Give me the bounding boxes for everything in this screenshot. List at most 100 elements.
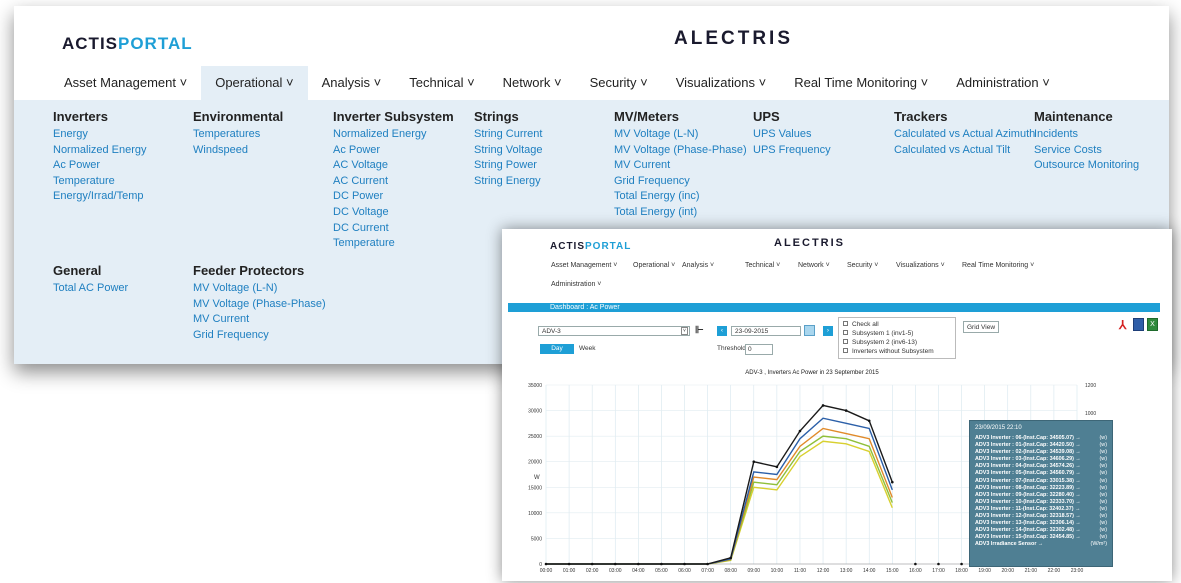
menu-col-maintenance: Maintenance Incidents Service Costs Outs… bbox=[1034, 109, 1139, 174]
tooltip-row: ADV3 Inverter : 11-(Inst.Cap: 32402.37) … bbox=[975, 506, 1107, 513]
menu-link[interactable]: MV Voltage (L-N) bbox=[193, 281, 326, 297]
y2-tick-label: 1000 bbox=[1085, 411, 1096, 417]
data-point bbox=[613, 562, 617, 566]
tooltip-row-unit: (w) bbox=[1099, 442, 1107, 449]
series-line bbox=[546, 427, 893, 565]
tooltip-row-label: ADV3 Inverter : 07-(Inst.Cap: 33015.38) … bbox=[975, 477, 1081, 484]
menu-col-ups: UPS UPS Values UPS Frequency bbox=[753, 109, 831, 158]
tooltip-row: ADV3 Inverter : 10-(Inst.Cap: 32333.70) … bbox=[975, 499, 1107, 506]
data-point bbox=[567, 562, 571, 566]
x-tick-label: 19:00 bbox=[978, 568, 991, 574]
tooltip-row-label: ADV3 Inverter : 02-(Inst.Cap: 34539.08) … bbox=[975, 449, 1081, 456]
menu-link[interactable]: Grid Frequency bbox=[193, 328, 326, 344]
nav-technical[interactable]: Technical ˅ bbox=[395, 66, 488, 100]
menu-link[interactable]: Temperature bbox=[333, 236, 454, 252]
tooltip-row: ADV3 Inverter : 03-(Inst.Cap: 34606.29) … bbox=[975, 456, 1107, 463]
menu-link[interactable]: Incidents bbox=[1034, 127, 1139, 143]
main-nav: Asset Management ˅ Operational ˅ Analysi… bbox=[50, 66, 1064, 100]
menu-link[interactable]: Calculated vs Actual Tilt bbox=[894, 143, 1035, 159]
data-point bbox=[729, 556, 732, 560]
tooltip-row-unit: (W/m²) bbox=[1090, 541, 1107, 548]
chart-tooltip: 23/09/2015 22:10 ADV3 Inverter : 06-(Ins… bbox=[969, 420, 1113, 567]
menu-link[interactable]: Total Energy (int) bbox=[614, 205, 747, 221]
tooltip-row-unit: (w) bbox=[1099, 477, 1107, 484]
menu-link[interactable]: Total AC Power bbox=[53, 281, 128, 297]
tooltip-row: ADV3 Inverter : 15-(Inst.Cap: 32454.85) … bbox=[975, 534, 1107, 541]
tooltip-row-unit: (w) bbox=[1099, 513, 1107, 520]
nav-administration[interactable]: Administration ˅ bbox=[942, 66, 1064, 100]
menu-link[interactable]: Normalized Energy bbox=[333, 127, 454, 143]
menu-link[interactable]: DC Current bbox=[333, 221, 454, 237]
menu-link[interactable]: UPS Values bbox=[753, 127, 831, 143]
data-point bbox=[637, 562, 640, 566]
nav-asset-management[interactable]: Asset Management ˅ bbox=[50, 66, 201, 100]
menu-heading: Trackers bbox=[894, 109, 948, 124]
data-point bbox=[937, 562, 940, 566]
x-tick-label: 09:00 bbox=[748, 568, 761, 574]
menu-link[interactable]: Grid Frequency bbox=[614, 174, 747, 190]
x-tick-label: 06:00 bbox=[678, 568, 691, 574]
nav-security[interactable]: Security ˅ bbox=[576, 66, 662, 100]
data-point bbox=[891, 480, 894, 484]
menu-link[interactable]: AC Current bbox=[333, 174, 454, 190]
menu-link[interactable]: AC Voltage bbox=[333, 158, 454, 174]
menu-link[interactable]: MV Voltage (L-N) bbox=[614, 127, 747, 143]
nav-network[interactable]: Network ˅ bbox=[489, 66, 576, 100]
nav-analysis[interactable]: Analysis ˅ bbox=[308, 66, 396, 100]
menu-link[interactable]: Energy bbox=[53, 127, 147, 143]
menu-link[interactable]: Service Costs bbox=[1034, 143, 1139, 159]
tooltip-row-label: ADV3 Inverter : 05-(Inst.Cap: 34560.79) … bbox=[975, 470, 1081, 477]
menu-link[interactable]: UPS Frequency bbox=[753, 143, 831, 159]
tooltip-row-unit: (w) bbox=[1099, 470, 1107, 477]
data-point bbox=[867, 419, 871, 423]
tooltip-row: ADV3 Inverter : 01-(Inst.Cap: 34420.50) … bbox=[975, 442, 1107, 449]
tooltip-row: ADV3 Inverter : 04-(Inst.Cap: 34574.26) … bbox=[975, 463, 1107, 470]
tooltip-row: ADV3 Inverter : 13-(Inst.Cap: 32306.14) … bbox=[975, 520, 1107, 527]
menu-link[interactable]: Temperatures bbox=[193, 127, 283, 143]
menu-link[interactable]: Ac Power bbox=[53, 158, 147, 174]
x-tick-label: 04:00 bbox=[632, 568, 645, 574]
x-tick-label: 11:00 bbox=[794, 568, 806, 574]
y-tick-label: 35000 bbox=[528, 383, 542, 389]
menu-col-strings: Strings String Current String Voltage St… bbox=[474, 109, 543, 189]
data-point bbox=[960, 562, 963, 566]
menu-col-inverters: Inverters Energy Normalized Energy Ac Po… bbox=[53, 109, 147, 205]
menu-link[interactable]: Outsource Monitoring bbox=[1034, 158, 1139, 174]
menu-link[interactable]: MV Voltage (Phase-Phase) bbox=[193, 297, 326, 313]
menu-link[interactable]: DC Voltage bbox=[333, 205, 454, 221]
menu-link[interactable]: Normalized Energy bbox=[53, 143, 147, 159]
tooltip-row-unit: (w) bbox=[1099, 520, 1107, 527]
menu-link[interactable]: String Power bbox=[474, 158, 543, 174]
menu-link[interactable]: MV Current bbox=[193, 312, 326, 328]
menu-link[interactable]: DC Power bbox=[333, 189, 454, 205]
x-tick-label: 00:00 bbox=[540, 568, 553, 574]
menu-link[interactable]: Total Energy (inc) bbox=[614, 189, 747, 205]
menu-col-mv-meters: MV/Meters MV Voltage (L-N) MV Voltage (P… bbox=[614, 109, 747, 221]
menu-col-inverter-subsystem: Inverter Subsystem Normalized Energy Ac … bbox=[333, 109, 454, 252]
y2-tick-label: 1200 bbox=[1085, 383, 1096, 389]
menu-col-general: General Total AC Power bbox=[53, 263, 128, 297]
menu-link[interactable]: String Energy bbox=[474, 174, 543, 190]
menu-link[interactable]: Calculated vs Actual Azimuth bbox=[894, 127, 1035, 143]
nav-operational[interactable]: Operational ˅ bbox=[201, 66, 308, 100]
menu-link[interactable]: String Current bbox=[474, 127, 543, 143]
menu-heading: MV/Meters bbox=[614, 109, 680, 124]
tooltip-row: ADV3 Inverter : 07-(Inst.Cap: 33015.38) … bbox=[975, 478, 1107, 485]
menu-link[interactable]: Energy/Irrad/Temp bbox=[53, 189, 147, 205]
menu-link[interactable]: MV Current bbox=[614, 158, 747, 174]
x-tick-label: 20:00 bbox=[1001, 568, 1014, 574]
data-point bbox=[590, 562, 594, 566]
nav-visualizations[interactable]: Visualizations ˅ bbox=[662, 66, 780, 100]
tooltip-row-unit: (w) bbox=[1099, 505, 1107, 512]
menu-link[interactable]: Ac Power bbox=[333, 143, 454, 159]
menu-link[interactable]: Temperature bbox=[53, 174, 147, 190]
y-axis-label: W bbox=[534, 475, 540, 481]
data-point bbox=[752, 460, 756, 464]
menu-heading: Inverter Subsystem bbox=[333, 109, 454, 124]
menu-link[interactable]: MV Voltage (Phase-Phase) bbox=[614, 143, 747, 159]
nav-real-time-monitoring[interactable]: Real Time Monitoring ˅ bbox=[780, 66, 942, 100]
tooltip-row-unit: (w) bbox=[1099, 491, 1107, 498]
menu-link[interactable]: Windspeed bbox=[193, 143, 283, 159]
menu-link[interactable]: String Voltage bbox=[474, 143, 543, 159]
actisportal-logo[interactable]: ACTISPORTAL bbox=[62, 34, 193, 54]
